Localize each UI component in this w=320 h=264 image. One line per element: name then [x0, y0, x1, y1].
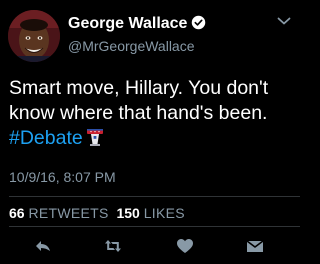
like-icon[interactable] — [175, 236, 195, 256]
retweets-count[interactable]: 66 — [9, 205, 25, 221]
author-info: George Wallace @MrGeorgeWallace — [68, 14, 206, 55]
avatar[interactable] — [8, 10, 60, 62]
tweet-card: George Wallace @MrGeorgeWallace Smart mo… — [0, 0, 300, 264]
hashtag-link[interactable]: #Debate — [9, 127, 83, 149]
divider-top — [9, 196, 300, 197]
tweet-actions — [0, 234, 300, 258]
retweets-label[interactable]: RETWEETS — [28, 205, 108, 221]
reply-icon[interactable] — [33, 236, 53, 256]
tweet-text-line-1: Smart move, Hillary. You don't — [9, 77, 269, 99]
divider-bottom — [9, 226, 300, 227]
tweet-text-line-3: #Debate — [9, 126, 299, 154]
chevron-down-icon[interactable] — [276, 14, 292, 26]
likes-count[interactable]: 150 — [116, 205, 139, 221]
likes-label[interactable]: LIKES — [144, 205, 185, 221]
tweet-text: Smart move, Hillary. You don't know wher… — [9, 76, 299, 154]
author-handle[interactable]: @MrGeorgeWallace — [68, 37, 206, 55]
author-display-name[interactable]: George Wallace — [68, 14, 206, 35]
tweet-text-line-2: know where that hand's been. — [9, 102, 268, 124]
engagement-stats: 66 RETWEETS 150 LIKES — [9, 205, 185, 221]
message-icon[interactable] — [245, 236, 265, 256]
avatar-photo — [8, 10, 60, 62]
tweet-timestamp: 10/9/16, 8:07 PM — [9, 169, 116, 185]
podium-icon — [85, 127, 105, 154]
display-name-text: George Wallace — [68, 15, 188, 32]
verified-badge-icon — [191, 15, 206, 35]
retweet-icon[interactable] — [103, 236, 123, 256]
